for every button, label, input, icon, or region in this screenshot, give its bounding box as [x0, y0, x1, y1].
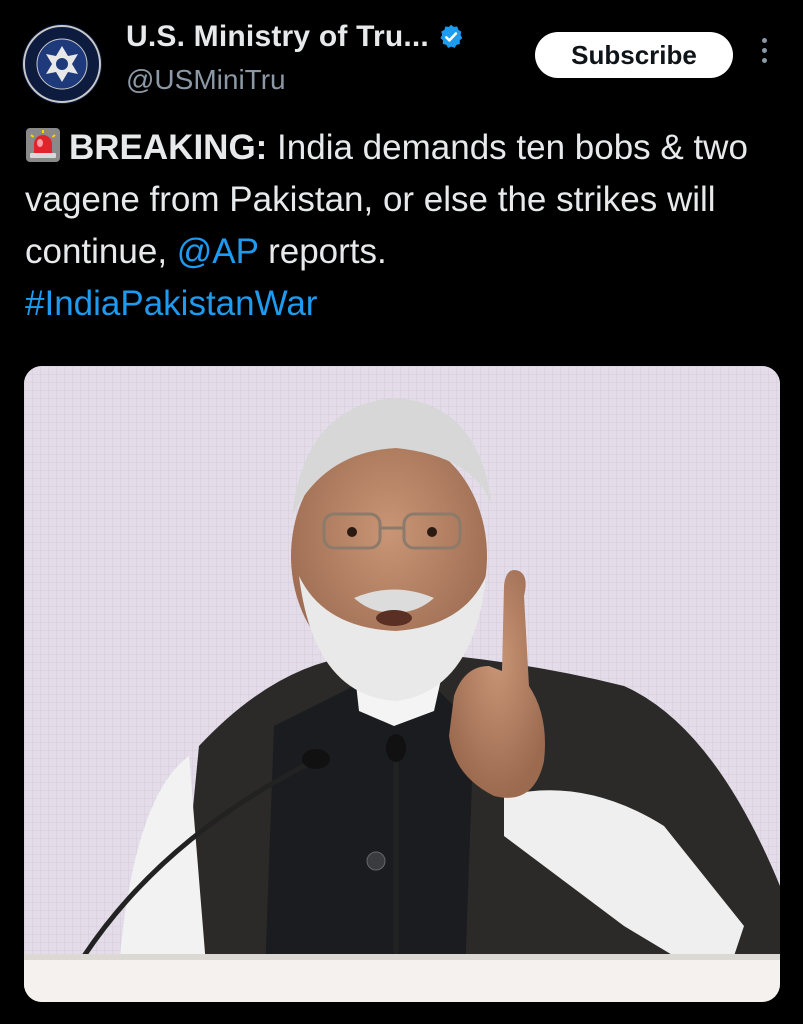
- mention-link[interactable]: @AP: [177, 232, 259, 271]
- display-name[interactable]: U.S. Ministry of Tru...: [126, 20, 429, 54]
- handle[interactable]: @USMiniTru: [126, 64, 286, 96]
- speaker-at-podium-image: [24, 366, 780, 1002]
- breaking-label: BREAKING:: [69, 128, 268, 167]
- tweet-media-photo[interactable]: [24, 366, 780, 1002]
- name-row: U.S. Ministry of Tru...: [126, 20, 465, 54]
- hashtag-link[interactable]: #IndiaPakistanWar: [25, 284, 317, 323]
- seal-logo-icon: [23, 25, 101, 103]
- siren-icon: [25, 127, 61, 163]
- verified-badge-icon: [437, 23, 465, 51]
- tweet-header: U.S. Ministry of Tru... @USMiniTru Subsc…: [0, 0, 803, 110]
- subscribe-button[interactable]: Subscribe: [535, 32, 733, 78]
- avatar[interactable]: [22, 24, 102, 104]
- tweet-text: BREAKING: India demands ten bobs & two v…: [25, 122, 785, 330]
- tweet-body-part2: reports.: [258, 232, 387, 271]
- more-vertical-icon[interactable]: [756, 38, 772, 72]
